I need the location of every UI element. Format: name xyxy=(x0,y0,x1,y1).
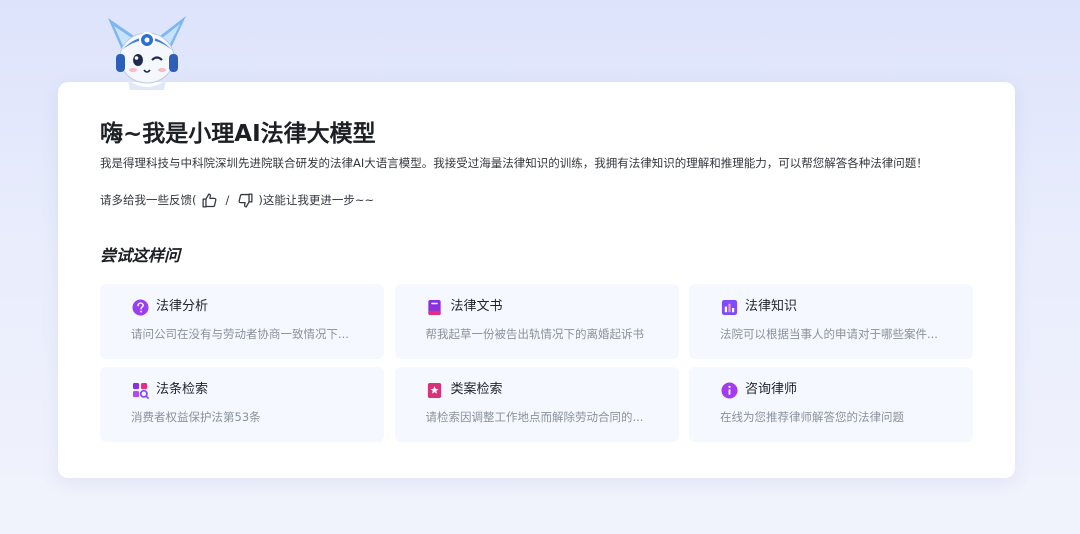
suggestion-card-consult-lawyer[interactable]: 咨询律师 在线为您推荐律师解答您的法律问题 xyxy=(689,367,973,442)
star-bookmark-icon xyxy=(426,381,444,399)
book-icon xyxy=(426,298,444,316)
suggestion-desc: 在线为您推荐律师解答您的法律问题 xyxy=(720,410,904,424)
suggestion-card-legal-documents[interactable]: 法律文书 帮我起草一份被告出轨情况下的离婚起诉书 xyxy=(394,284,679,359)
bar-chart-icon xyxy=(720,298,738,316)
question-circle-icon xyxy=(131,298,149,316)
suggestion-card-legal-knowledge[interactable]: 法律知识 法院可以根据当事人的申请对于哪些案件... xyxy=(689,284,973,359)
suggestion-card-statute-search[interactable]: 法条检索 消费者权益保护法第53条 xyxy=(100,367,384,442)
info-circle-icon xyxy=(720,381,738,399)
suggestion-desc: 消费者权益保护法第53条 xyxy=(131,410,261,424)
feedback-line: 请多给我一些反馈( / )这能让我更进一步~~ xyxy=(100,189,374,211)
search-grid-icon xyxy=(131,381,149,399)
suggestion-desc: 法院可以根据当事人的申请对于哪些案件... xyxy=(720,327,938,341)
suggestions-heading: 尝试这样问 xyxy=(100,246,181,265)
suggestion-title: 法条检索 xyxy=(156,382,209,397)
feedback-suffix: )这能让我更进一步~~ xyxy=(258,193,375,207)
thumbs-down-icon[interactable] xyxy=(235,190,255,210)
suggestion-desc: 请问公司在没有与劳动者协商一致情况下... xyxy=(131,327,349,341)
intro-text: 我是得理科技与中科院深圳先进院联合研发的法律AI大语言模型。我接受过海量法律知识… xyxy=(100,156,928,170)
feedback-prefix: 请多给我一些反馈( xyxy=(100,193,197,207)
suggestion-title: 咨询律师 xyxy=(745,382,798,397)
suggestion-title: 类案检索 xyxy=(450,382,503,397)
page-title: 嗨~我是小理AI法律大模型 xyxy=(100,121,376,147)
thumbs-up-icon[interactable] xyxy=(200,190,220,210)
suggestion-card-case-search[interactable]: 类案检索 请检索因调整工作地点而解除劳动合同的... xyxy=(394,367,679,442)
suggestion-grid: 法律分析 请问公司在没有与劳动者协商一致情况下... 法律文书 帮我起草一份被告… xyxy=(100,284,973,442)
mascot-avatar xyxy=(100,10,195,92)
suggestion-title: 法律文书 xyxy=(450,299,503,314)
suggestion-title: 法律知识 xyxy=(745,299,798,314)
suggestion-title: 法律分析 xyxy=(156,299,209,314)
suggestion-desc: 请检索因调整工作地点而解除劳动合同的... xyxy=(425,410,644,424)
welcome-card: 嗨~我是小理AI法律大模型 我是得理科技与中科院深圳先进院联合研发的法律AI大语… xyxy=(58,82,1015,478)
feedback-separator: / xyxy=(225,193,230,207)
suggestion-card-legal-analysis[interactable]: 法律分析 请问公司在没有与劳动者协商一致情况下... xyxy=(100,284,384,359)
suggestion-desc: 帮我起草一份被告出轨情况下的离婚起诉书 xyxy=(425,327,645,341)
